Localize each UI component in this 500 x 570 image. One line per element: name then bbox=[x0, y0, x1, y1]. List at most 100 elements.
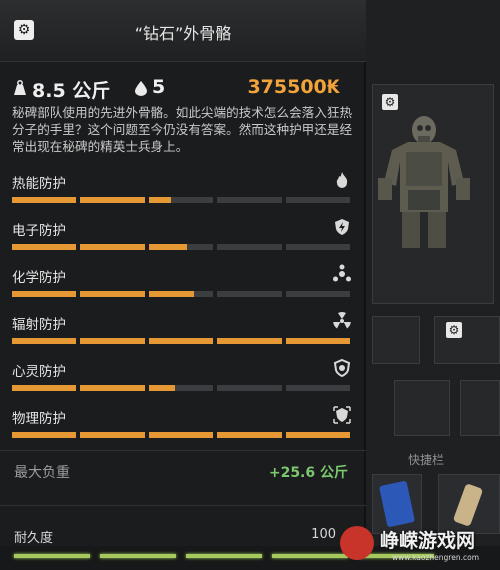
protection-bar-segment bbox=[148, 432, 214, 438]
protection-bar-segment bbox=[285, 432, 351, 438]
watermark: 峥嵘游戏网 www.kaozhengren.com bbox=[336, 520, 500, 570]
gear-icon[interactable]: ⚙ bbox=[382, 94, 398, 110]
protection-bar bbox=[12, 291, 351, 297]
durability-segment bbox=[100, 554, 176, 558]
protection-bar-segment bbox=[285, 385, 351, 391]
chemical-icon bbox=[333, 264, 351, 282]
protection-bar-segment bbox=[12, 432, 77, 438]
fire-icon bbox=[336, 172, 348, 188]
protection-bar-fill bbox=[80, 244, 145, 250]
gear-icon[interactable]: ⚙ bbox=[446, 322, 462, 338]
protection-bar-segment bbox=[148, 338, 214, 344]
protection-bar-fill bbox=[80, 197, 145, 203]
protection-bar-segment bbox=[285, 244, 351, 250]
protection-bar-fill bbox=[285, 432, 351, 438]
protection-bar-fill bbox=[148, 291, 194, 297]
protection-bar-segment bbox=[80, 338, 145, 344]
item-price: 375500₭ bbox=[247, 76, 340, 98]
radiation-icon bbox=[333, 312, 351, 329]
protection-bar-segment bbox=[80, 432, 145, 438]
durability-value: 100 bbox=[311, 527, 336, 542]
durability-segment bbox=[186, 554, 262, 558]
tooltip-header: ⚙ “钻石”外骨骼 bbox=[0, 0, 366, 62]
protection-bar-segment bbox=[12, 291, 77, 297]
protection-bar-segment bbox=[12, 197, 77, 203]
quickbar-label: 快捷栏 bbox=[408, 453, 445, 467]
protection-row: 热能防护 bbox=[12, 172, 352, 216]
protection-row: 电子防护 bbox=[12, 219, 352, 263]
protection-bar-segment bbox=[12, 385, 77, 391]
equipment-slot[interactable] bbox=[434, 316, 500, 364]
protection-bar-segment bbox=[80, 197, 145, 203]
protection-bar-segment bbox=[148, 244, 214, 250]
protection-row: 心灵防护 bbox=[12, 358, 352, 404]
max-load-label: 最大负重 bbox=[14, 465, 70, 481]
protection-bar-fill bbox=[12, 432, 77, 438]
protection-bar-fill bbox=[148, 338, 214, 344]
protection-bar-fill bbox=[285, 338, 351, 344]
protection-bar-fill bbox=[80, 385, 145, 391]
protection-bar-fill bbox=[80, 338, 145, 344]
watermark-logo bbox=[340, 526, 374, 560]
quick-slot[interactable] bbox=[394, 380, 450, 436]
protection-bar-fill bbox=[12, 244, 77, 250]
protection-bar-fill bbox=[80, 291, 145, 297]
protection-bar-segment bbox=[285, 291, 351, 297]
item-count: 5 bbox=[152, 76, 166, 98]
protection-bar-segment bbox=[217, 385, 282, 391]
protection-bar-fill bbox=[12, 291, 77, 297]
protection-bar-segment bbox=[148, 291, 214, 297]
psy-icon bbox=[333, 358, 351, 378]
protection-bar bbox=[12, 432, 351, 438]
protection-bar-segment bbox=[80, 385, 145, 391]
protection-bar-fill bbox=[12, 338, 77, 344]
protection-bar bbox=[12, 385, 351, 391]
protection-label: 化学防护 bbox=[12, 270, 66, 286]
watermark-url: www.kaozhengren.com bbox=[392, 553, 480, 562]
protection-bar-fill bbox=[12, 197, 77, 203]
durability-segment bbox=[14, 554, 90, 558]
item-stats: 8.5 公斤 5 375500₭ bbox=[12, 76, 352, 102]
protection-bar-segment bbox=[217, 197, 282, 203]
protection-bar-segment bbox=[217, 338, 282, 344]
quick-slot[interactable] bbox=[460, 380, 500, 436]
protection-bar-segment bbox=[80, 244, 145, 250]
protection-bar-segment bbox=[148, 385, 214, 391]
item-tooltip: ⚙ “钻石”外骨骼 8.5 公斤 5 375500₭ 秘碑部队使用的先进外骨骼。… bbox=[0, 0, 366, 570]
physical-shield-icon bbox=[333, 406, 351, 424]
protection-bar-segment bbox=[217, 291, 282, 297]
protection-bar bbox=[12, 338, 351, 344]
shield-bolt-icon bbox=[335, 219, 349, 235]
stack-count-icon bbox=[135, 81, 147, 96]
protection-bar-fill bbox=[217, 432, 282, 438]
protection-bar-segment bbox=[148, 197, 214, 203]
exoskeleton-image bbox=[378, 116, 470, 248]
protection-row: 物理防护 bbox=[12, 406, 352, 451]
protection-row: 化学防护 bbox=[12, 264, 352, 310]
protection-label: 物理防护 bbox=[12, 411, 66, 427]
protection-label: 热能防护 bbox=[12, 176, 66, 192]
divider bbox=[0, 505, 366, 506]
protection-bar-segment bbox=[217, 432, 282, 438]
protection-bar-segment bbox=[12, 244, 77, 250]
protection-bar-segment bbox=[12, 338, 77, 344]
protection-bar-fill bbox=[148, 197, 172, 203]
protection-bar-fill bbox=[148, 432, 214, 438]
protection-row: 辐射防护 bbox=[12, 312, 352, 357]
protection-label: 辐射防护 bbox=[12, 317, 66, 333]
item-weight: 8.5 公斤 bbox=[32, 80, 111, 102]
weight-icon bbox=[14, 80, 26, 95]
divider bbox=[0, 450, 366, 451]
protection-bar-fill bbox=[80, 432, 145, 438]
protection-bar-fill bbox=[217, 338, 282, 344]
game-ui: ⚙ ⚙ 快捷栏 ⚙ “钻石”外骨骼 8.5 公斤 5 375500₭ 秘碑部队使… bbox=[0, 0, 500, 570]
protection-bar-segment bbox=[285, 338, 351, 344]
protection-bar-segment bbox=[217, 244, 282, 250]
equipment-slot[interactable] bbox=[372, 316, 420, 364]
max-load-value: +25.6 公斤 bbox=[268, 465, 348, 481]
durability-label: 耐久度 bbox=[14, 531, 54, 546]
protection-bar-segment bbox=[80, 291, 145, 297]
item-description: 秘碑部队使用的先进外骨骼。如此尖端的技术怎么会落入狂热分子的手里？这个问题至今仍… bbox=[12, 105, 353, 154]
protection-label: 电子防护 bbox=[12, 223, 66, 239]
protection-bar bbox=[12, 244, 351, 250]
